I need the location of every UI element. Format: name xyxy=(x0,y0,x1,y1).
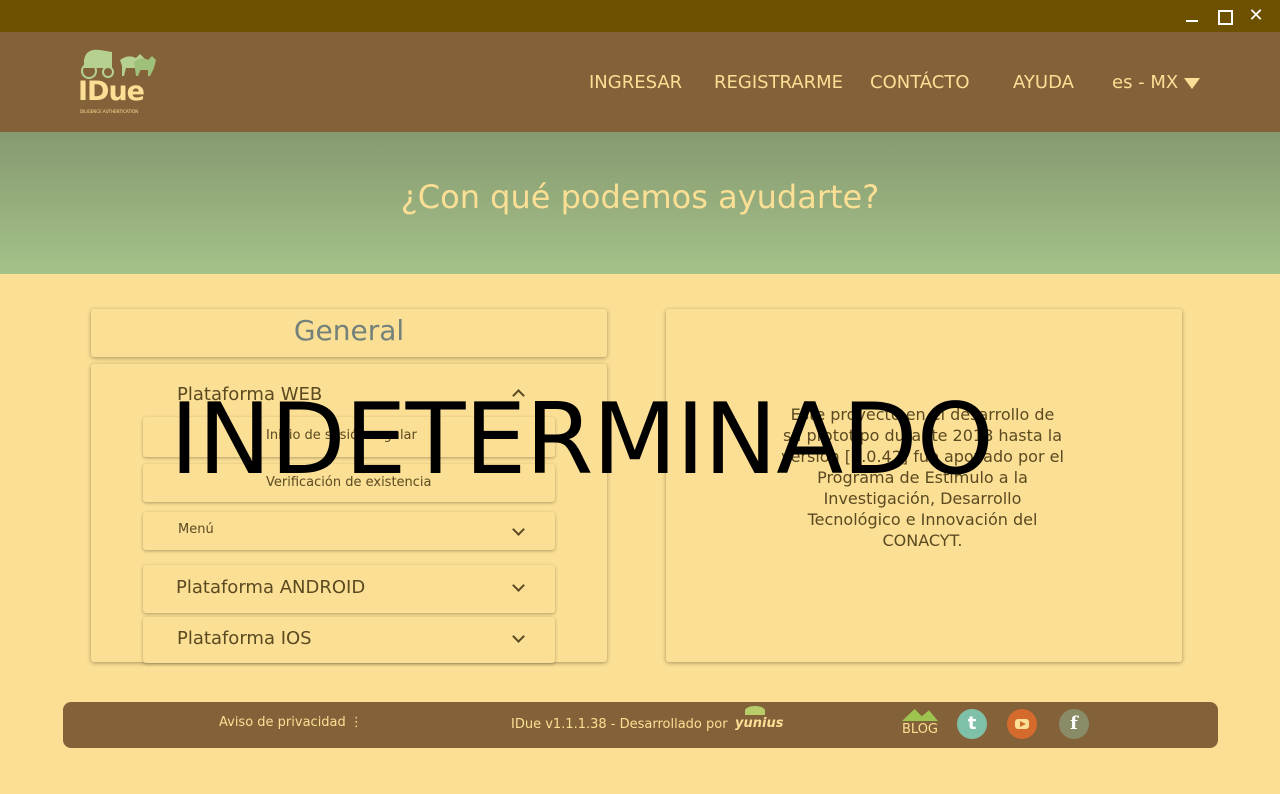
close-icon[interactable]: ✕ xyxy=(1246,6,1266,26)
info-text: Este proyecto en el desarrollo de su pro… xyxy=(781,405,1064,550)
faq-item-label: Verificación de existencia xyxy=(266,475,432,490)
faq-item-verificacion[interactable]: Verificación de existencia xyxy=(143,464,555,502)
faq-item-menu[interactable]: Menú xyxy=(143,512,555,550)
blog-link[interactable]: BLOG xyxy=(900,709,940,739)
chevron-down-icon xyxy=(513,632,523,642)
window-titlebar xyxy=(0,0,1280,32)
chevron-up-icon[interactable] xyxy=(513,387,523,397)
page-title: ¿Con qué podemos ayudarte? xyxy=(400,178,880,216)
twitter-icon[interactable]: t xyxy=(957,709,987,739)
privacy-link[interactable]: Aviso de privacidad ⋮ xyxy=(219,715,363,730)
section-ios[interactable]: Plataforma IOS xyxy=(143,617,555,663)
app-logo[interactable]: IDue DILIGENCE AUTHENTICATION xyxy=(78,46,160,118)
category-card: General xyxy=(91,309,607,357)
nav-contacto[interactable]: CONTÁCTO xyxy=(870,72,970,93)
more-vertical-icon: ⋮ xyxy=(349,715,363,730)
nav-registrarme[interactable]: REGISTRARME xyxy=(714,72,843,93)
section-ios-label: Plataforma IOS xyxy=(177,628,312,649)
faq-item-inicio-sesion[interactable]: Inicio de sesión regular xyxy=(143,417,555,457)
chevron-down-icon xyxy=(513,525,523,535)
nav-ayuda[interactable]: AYUDA xyxy=(1013,72,1074,93)
blog-icon xyxy=(902,709,938,721)
blog-label: BLOG xyxy=(902,722,939,737)
yunius-logo[interactable]: yunius xyxy=(735,706,783,738)
category-title: General xyxy=(293,314,405,347)
chevron-down-icon xyxy=(513,581,523,591)
section-android-label: Plataforma ANDROID xyxy=(176,577,366,598)
youtube-icon[interactable] xyxy=(1007,709,1037,739)
logo-text: IDue xyxy=(78,76,145,107)
caret-down-icon xyxy=(1184,77,1201,89)
leaf-icon xyxy=(745,706,765,715)
brand-name: yunius xyxy=(735,716,784,731)
version-text: IDue v1.1.1.38 - Desarrollado por xyxy=(511,717,728,732)
logo-subtitle: DILIGENCE AUTHENTICATION xyxy=(80,109,139,114)
section-web-label[interactable]: Plataforma WEB xyxy=(177,384,322,405)
nav-ingresar[interactable]: INGRESAR xyxy=(589,72,682,93)
language-select[interactable]: es - MX xyxy=(1112,72,1201,93)
minimize-icon[interactable] xyxy=(1182,6,1202,26)
section-android[interactable]: Plataforma ANDROID xyxy=(143,565,555,613)
facebook-icon[interactable]: f xyxy=(1059,709,1089,739)
language-value: es - MX xyxy=(1112,72,1179,93)
faq-item-label: Inicio de sesión regular xyxy=(266,428,417,443)
privacy-label: Aviso de privacidad xyxy=(219,715,346,730)
maximize-icon[interactable] xyxy=(1214,6,1234,26)
carriage-icon xyxy=(81,49,156,79)
faq-item-label: Menú xyxy=(178,522,214,537)
